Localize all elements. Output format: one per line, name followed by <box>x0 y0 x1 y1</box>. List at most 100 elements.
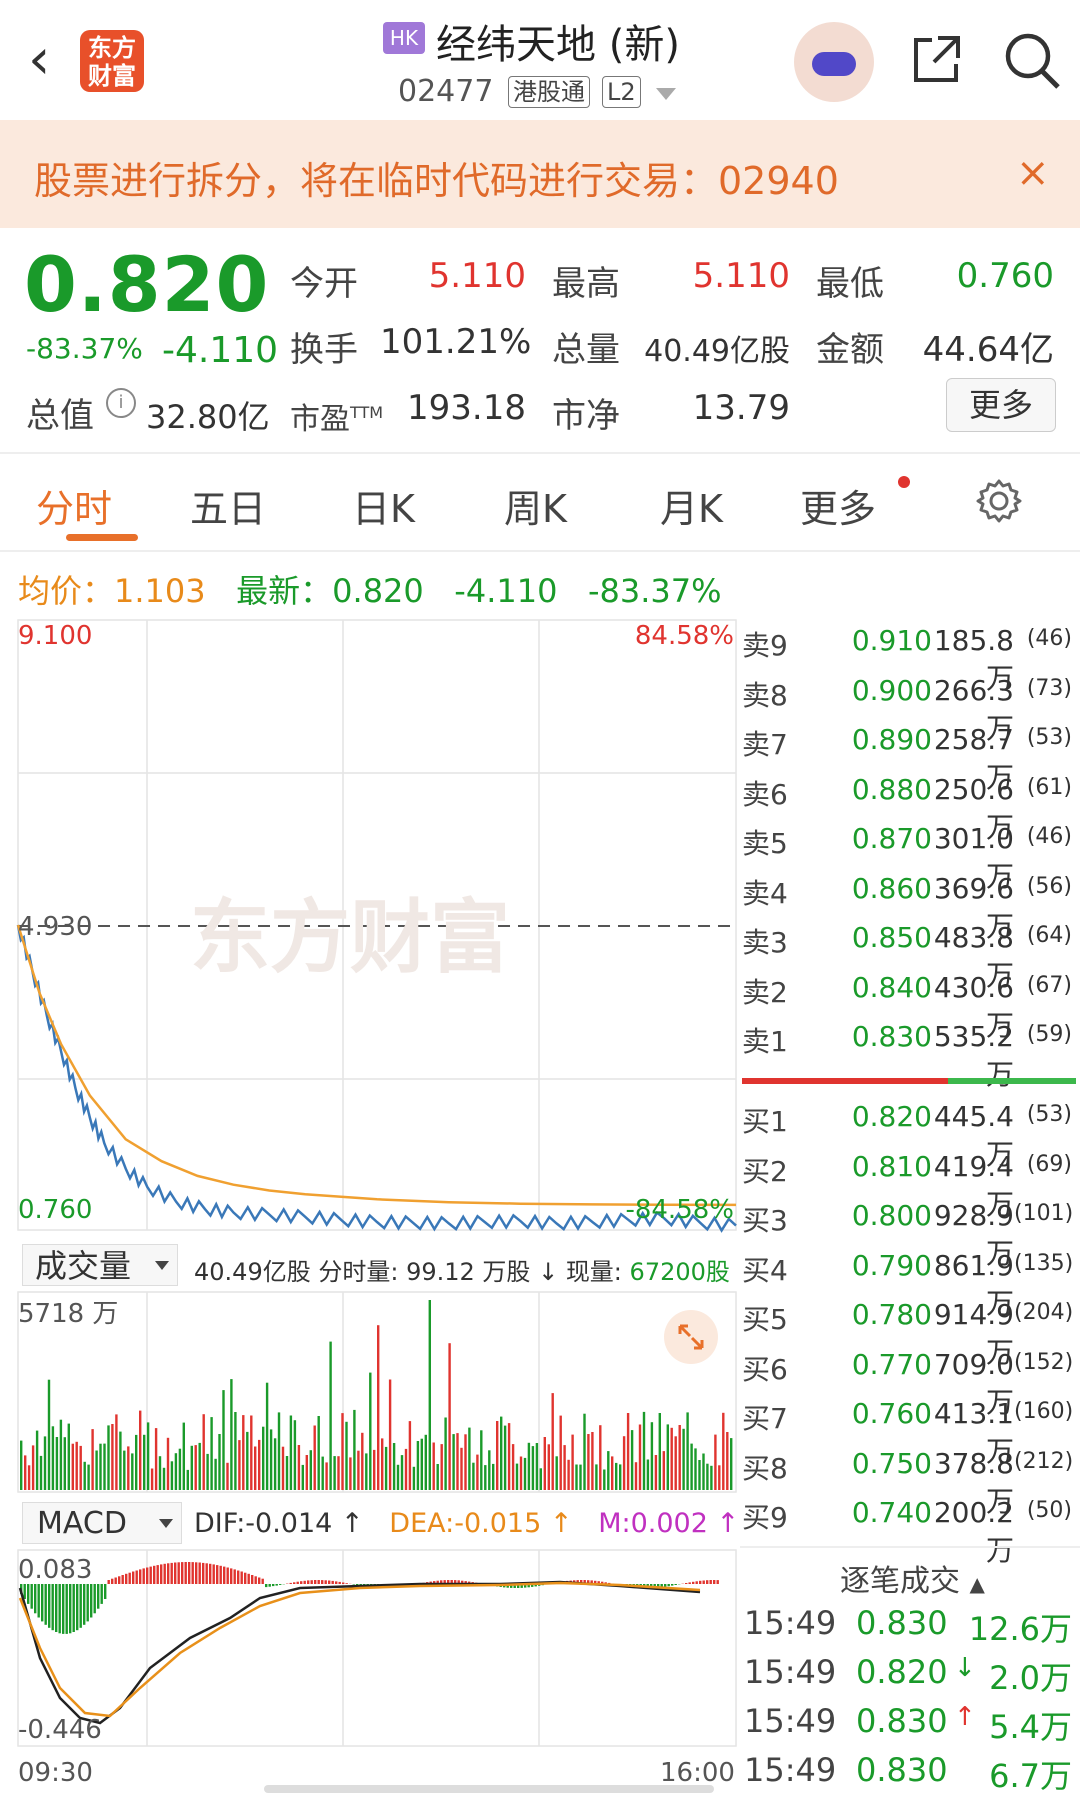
volume-bar <box>448 1343 451 1490</box>
macd-bar <box>317 1580 320 1584</box>
volume-bar <box>539 1468 542 1490</box>
bid-row[interactable]: 买9 0.740 200.2万 (50) <box>742 1496 1072 1567</box>
ask-row[interactable]: 卖1 0.830 535.2万 (59) <box>742 1020 1072 1091</box>
close-icon[interactable]: × <box>1016 150 1050 196</box>
back-arrow-icon[interactable]: ‹ <box>28 30 68 90</box>
home-indicator <box>264 1785 714 1793</box>
macd-bar <box>188 1562 191 1584</box>
tab-daily-k[interactable]: 日K <box>352 478 415 533</box>
bid-row[interactable]: 买4 0.790 861.9万 (135) <box>742 1249 1073 1320</box>
volume-bar <box>206 1453 209 1490</box>
bid-row[interactable]: 买8 0.750 378.8万 (212) <box>742 1447 1073 1518</box>
macd-bar <box>230 1568 233 1584</box>
ask-row[interactable]: 卖3 0.850 483.8万 (64) <box>742 921 1072 992</box>
macd-bar <box>699 1580 702 1584</box>
level-label: 买4 <box>742 1253 788 1287</box>
volume-bar <box>365 1453 368 1490</box>
volume-indicator-select[interactable]: 成交量 <box>22 1244 178 1286</box>
share-icon[interactable] <box>910 32 964 86</box>
info-icon[interactable]: i <box>106 388 136 418</box>
tab-five-day[interactable]: 五日 <box>190 478 266 533</box>
trade-volume: 6.7万 <box>989 1757 1072 1795</box>
notice-text[interactable]: 股票进行拆分，将在临时代码进行交易：02940 <box>34 150 839 205</box>
ask-row[interactable]: 卖8 0.900 266.3万 (73) <box>742 674 1072 745</box>
macd-bar <box>307 1580 310 1584</box>
macd-bar <box>237 1570 240 1584</box>
volume-bar <box>246 1431 249 1490</box>
bid-row[interactable]: 买6 0.770 709.0万 (152) <box>742 1348 1073 1419</box>
ask-row[interactable]: 卖2 0.840 430.6万 (67) <box>742 971 1072 1042</box>
trades-title[interactable]: 逐笔成交 ▲ <box>840 1556 985 1600</box>
tab-weekly-k[interactable]: 周K <box>504 478 567 533</box>
level-label: 买9 <box>742 1501 788 1534</box>
volume-bar <box>666 1424 669 1490</box>
bid-row[interactable]: 买2 0.810 419.4万 (69) <box>742 1150 1072 1221</box>
volume-bar <box>523 1457 527 1490</box>
macd-bar <box>149 1566 152 1584</box>
stock-name[interactable]: 经纬天地 (新) <box>436 12 680 70</box>
volume-bar <box>436 1464 439 1490</box>
tab-monthly-k[interactable]: 月K <box>660 478 723 533</box>
search-icon[interactable] <box>1002 30 1062 90</box>
volume-bar <box>444 1417 447 1490</box>
volume-bar <box>67 1423 70 1490</box>
ask-row[interactable]: 卖9 0.910 185.8万 (46) <box>742 624 1072 695</box>
volume-bar <box>638 1424 642 1490</box>
bid-row[interactable]: 买7 0.760 413.1万 (160) <box>742 1397 1073 1468</box>
volume-bar <box>214 1458 217 1490</box>
macd-bar <box>177 1562 180 1584</box>
trade-row: 15:49 0.830 12.6万 <box>744 1604 1074 1648</box>
volume-bar <box>384 1446 388 1490</box>
ask-row[interactable]: 卖6 0.880 250.6万 (61) <box>742 773 1072 844</box>
volume-bar <box>726 1432 729 1490</box>
last-price: 0.820 <box>24 240 270 329</box>
tab-more[interactable]: 更多 <box>800 478 876 533</box>
volume-bar <box>488 1450 491 1490</box>
macd-bar <box>289 1582 292 1584</box>
macd-bar <box>72 1584 75 1632</box>
macd-bar <box>121 1575 124 1584</box>
amount-label: 金额 <box>816 330 884 370</box>
tab-intraday[interactable]: 分时 <box>36 478 112 533</box>
assistant-avatar-icon[interactable] <box>794 22 874 102</box>
active-tab-indicator <box>66 534 138 541</box>
level-label: 买5 <box>742 1303 788 1336</box>
ask-row[interactable]: 卖4 0.860 369.6万 (56) <box>742 872 1072 943</box>
macd-bar <box>107 1580 110 1584</box>
bid-row[interactable]: 买5 0.780 914.9万 (204) <box>742 1298 1073 1369</box>
volume-bar <box>682 1428 685 1490</box>
volume-bar <box>79 1445 82 1490</box>
macd-bar <box>667 1584 670 1587</box>
volume-bar <box>678 1425 681 1490</box>
volume-bar <box>531 1446 535 1490</box>
volume-bar <box>337 1456 340 1490</box>
expand-icon[interactable] <box>664 1310 718 1364</box>
macd-chart[interactable]: 0.083 -0.446 <box>0 1548 740 1748</box>
level-label: 买2 <box>742 1154 788 1188</box>
volume-bar <box>210 1417 213 1490</box>
trade-volume: 2.0万 <box>989 1659 1072 1697</box>
macd-bar <box>275 1584 278 1586</box>
volume-bar <box>174 1453 178 1490</box>
bid-row[interactable]: 买1 0.820 445.4万 (53) <box>742 1100 1072 1171</box>
gear-icon[interactable] <box>976 478 1022 524</box>
macd-bar <box>83 1584 86 1625</box>
macd-indicator-select[interactable]: MACD <box>22 1502 182 1544</box>
bid-row[interactable]: 买3 0.800 928.9万 (101) <box>742 1199 1073 1270</box>
volume-chart[interactable]: 5718 万 <box>0 1290 740 1496</box>
macd-bar <box>163 1563 166 1584</box>
macd-bar <box>90 1584 93 1618</box>
intraday-price-chart[interactable]: 东方财富 9.100 4.930 0.760 84.58% -84.58% <box>0 610 740 1250</box>
macd-bar <box>209 1563 212 1584</box>
open-value: 5.110 <box>428 256 526 296</box>
more-button[interactable]: 更多 <box>946 378 1056 432</box>
volume-bar <box>634 1462 638 1490</box>
divider <box>740 1546 1080 1548</box>
chevron-down-icon[interactable] <box>656 88 676 100</box>
level-label: 卖4 <box>742 876 788 910</box>
ask-row[interactable]: 卖5 0.870 301.0万 (46) <box>742 822 1072 893</box>
ask-row[interactable]: 卖7 0.890 258.7万 (53) <box>742 723 1072 794</box>
macd-bar <box>709 1580 712 1584</box>
macd-bar <box>135 1570 138 1584</box>
low-label: 最低 <box>816 264 884 304</box>
